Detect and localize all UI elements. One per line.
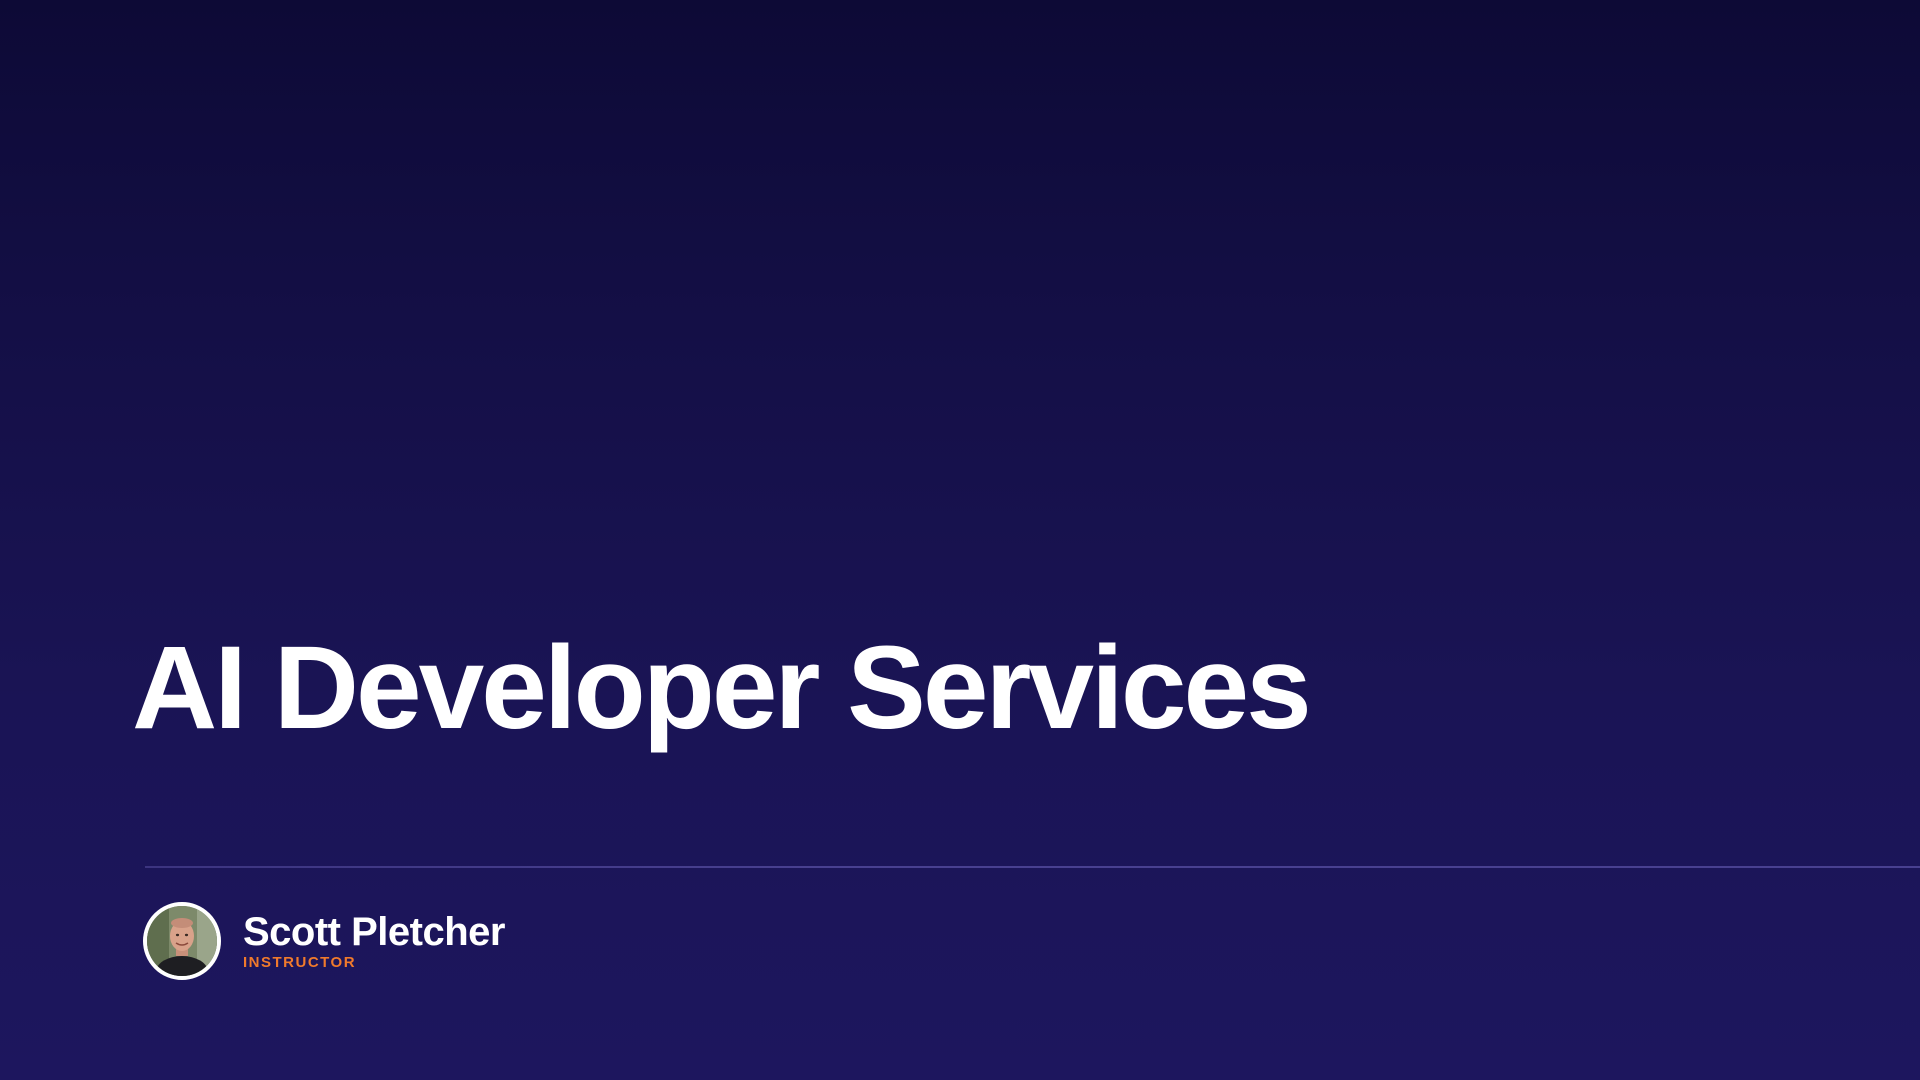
avatar	[143, 902, 221, 980]
divider-line	[145, 866, 1920, 868]
presenter-info: Scott Pletcher INSTRUCTOR	[243, 910, 505, 972]
presenter-role: INSTRUCTOR	[243, 954, 357, 971]
person-photo-icon	[147, 906, 217, 976]
slide-title: AI Developer Services	[132, 622, 1312, 754]
presenter-card: Scott Pletcher INSTRUCTOR	[143, 902, 505, 980]
presenter-name: Scott Pletcher	[243, 910, 505, 954]
title-slide: AI Developer Services Scott Pletcher INS…	[0, 0, 1920, 1080]
